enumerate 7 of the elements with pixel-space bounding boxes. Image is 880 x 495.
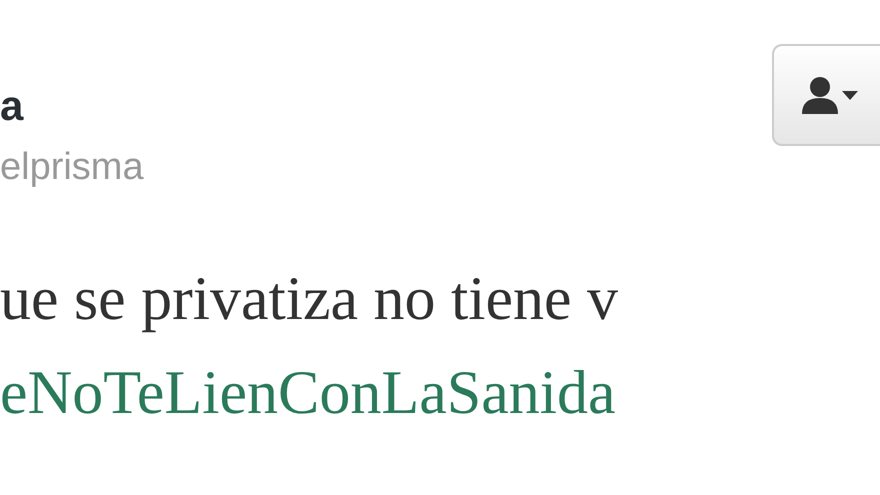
user-menu-button[interactable] <box>772 44 880 146</box>
caret-icon <box>842 90 858 100</box>
hashtag-link[interactable]: eNoTeLienConLaSanida <box>0 346 880 440</box>
tweet-text: ue se privatiza no tiene v <box>0 264 620 335</box>
author-name: a <box>0 82 25 130</box>
user-icon <box>800 76 840 114</box>
author-handle: elprisma <box>0 145 144 190</box>
